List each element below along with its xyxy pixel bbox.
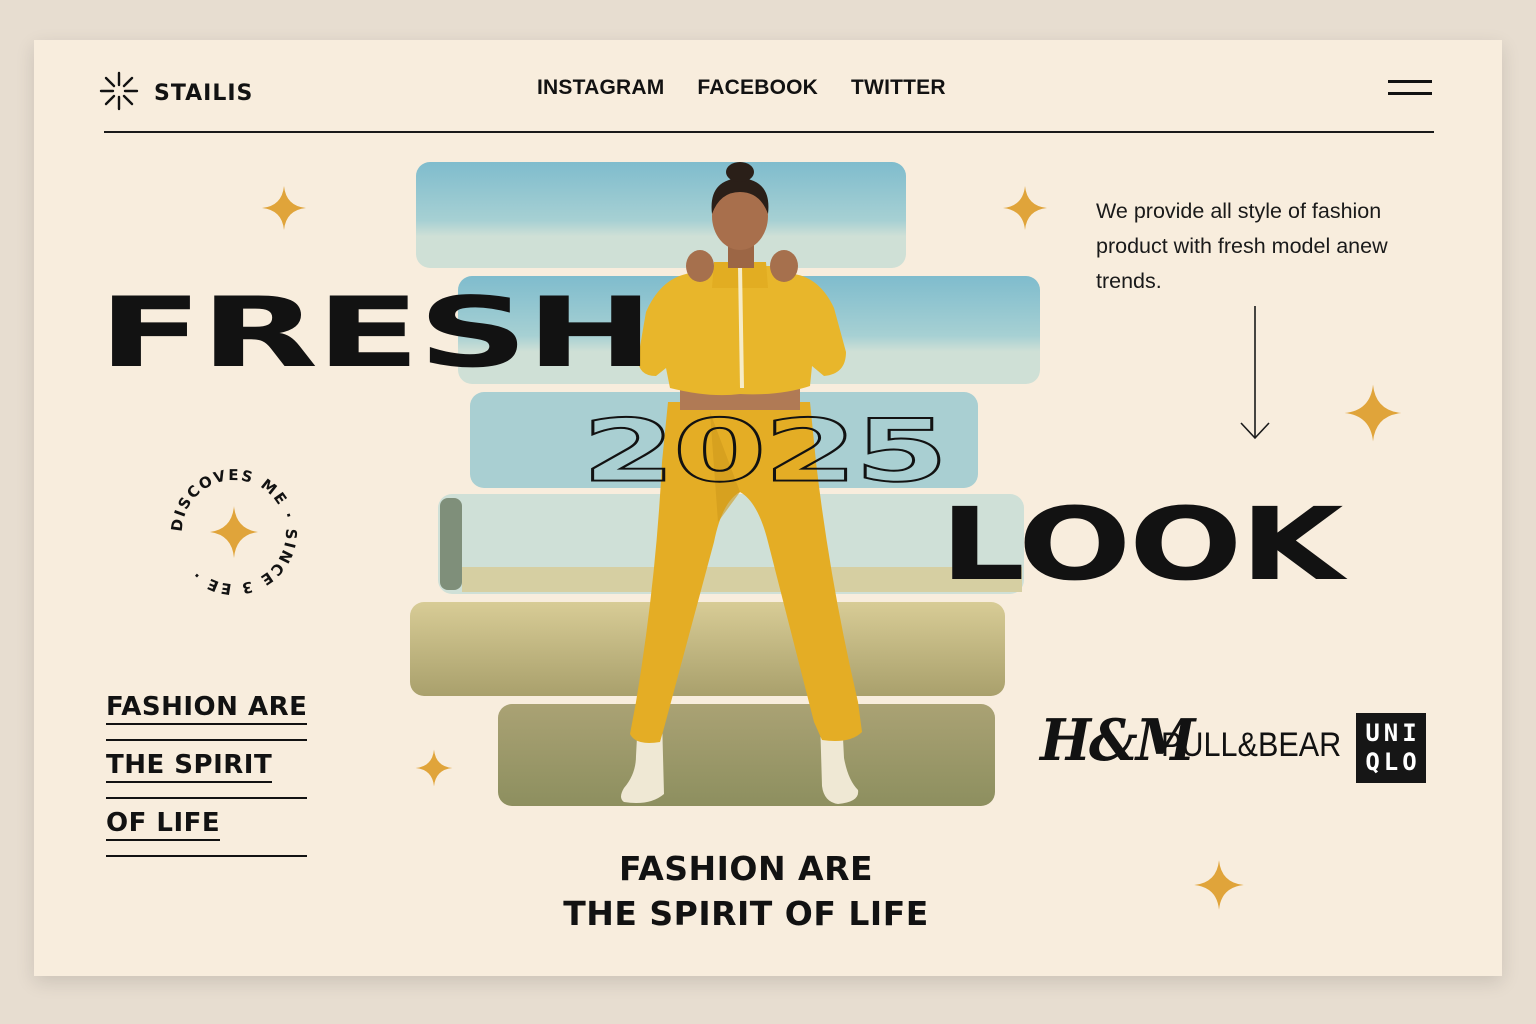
hero-word-look: LOOK — [940, 485, 1343, 603]
discover-badge[interactable]: DISCOVES ME · SINCE 3 EE · — [168, 466, 300, 598]
nav-instagram[interactable]: INSTAGRAM — [537, 76, 664, 100]
four-point-star-icon — [210, 506, 258, 558]
brand-logo[interactable]: STAILIS — [98, 70, 253, 116]
arrow-down-icon — [1240, 306, 1270, 442]
intro-description: We provide all style of fashion product … — [1096, 199, 1388, 293]
sparkle-star-icon — [260, 184, 308, 232]
header-divider — [104, 131, 1434, 133]
brand-logo-pullbear[interactable]: PULL&BEAR — [1161, 726, 1341, 765]
sparkle-star-icon — [1342, 382, 1404, 444]
sparkle-burst-icon — [98, 70, 140, 116]
nav-twitter[interactable]: TWITTER — [851, 76, 946, 100]
social-nav: INSTAGRAM FACEBOOK TWITTER — [537, 76, 946, 100]
tagline-left-line: FASHION ARE — [106, 694, 308, 725]
landing-card: STAILIS INSTAGRAM FACEBOOK TWITTER FRESH… — [34, 40, 1502, 976]
tagline-left: FASHION ARE THE SPIRIT OF LIFE — [106, 694, 308, 868]
uniqlo-line: UNI — [1365, 719, 1421, 747]
sparkle-star-icon — [1192, 858, 1246, 912]
hero-word-fresh: FRESH — [98, 275, 654, 389]
brand-logo-uniqlo[interactable]: UNI QLO — [1356, 713, 1426, 783]
uniqlo-line: QLO — [1365, 748, 1421, 776]
hero-year: 2025 — [580, 400, 949, 501]
brand-name: STAILIS — [154, 80, 254, 106]
tagline-bottom: FASHION ARE THE SPIRIT OF LIFE — [466, 846, 1026, 936]
tagline-bottom-line: THE SPIRIT OF LIFE — [563, 894, 929, 933]
tagline-left-line: THE SPIRIT — [106, 752, 273, 783]
nav-facebook[interactable]: FACEBOOK — [697, 76, 818, 100]
hamburger-icon[interactable] — [1388, 80, 1432, 96]
tagline-bottom-line: FASHION ARE — [618, 849, 874, 888]
tagline-left-line: OF LIFE — [106, 810, 221, 841]
